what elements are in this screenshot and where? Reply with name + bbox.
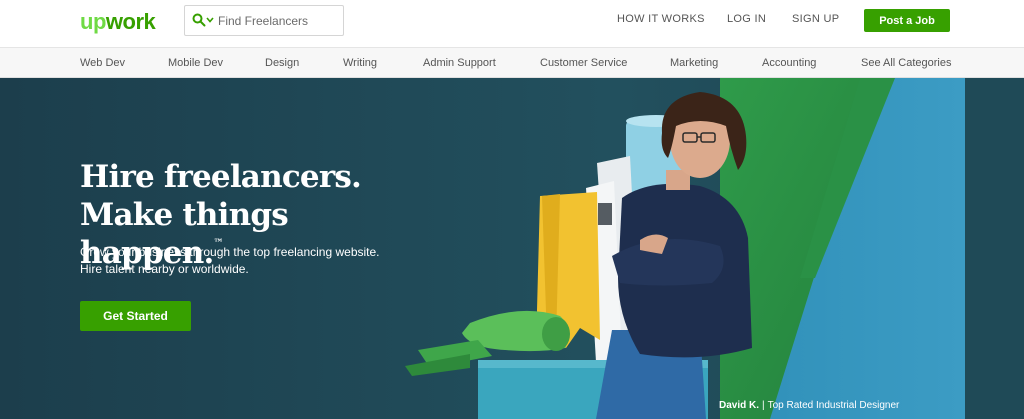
chevron-down-icon[interactable] bbox=[206, 17, 214, 23]
how-it-works-link[interactable]: HOW IT WORKS bbox=[617, 13, 705, 25]
category-web-dev[interactable]: Web Dev bbox=[80, 57, 125, 69]
hero-headline-line1: Hire freelancers. bbox=[80, 159, 362, 195]
search-icon[interactable] bbox=[192, 13, 206, 27]
category-accounting[interactable]: Accounting bbox=[762, 57, 816, 69]
category-design[interactable]: Design bbox=[265, 57, 299, 69]
category-see-all[interactable]: See All Categories bbox=[861, 57, 952, 69]
caption-separator: | bbox=[762, 400, 765, 411]
hero-banner: Hire freelancers. Make things happen.™ G… bbox=[0, 78, 1024, 419]
get-started-button[interactable]: Get Started bbox=[80, 301, 191, 331]
category-marketing[interactable]: Marketing bbox=[670, 57, 718, 69]
search-box[interactable] bbox=[184, 5, 344, 36]
logo-work-text: work bbox=[105, 9, 156, 34]
category-bar: Web Dev Mobile Dev Design Writing Admin … bbox=[0, 47, 1024, 78]
category-admin-support[interactable]: Admin Support bbox=[423, 57, 496, 69]
login-link[interactable]: LOG IN bbox=[727, 13, 766, 25]
upwork-logo[interactable]: upwork bbox=[80, 9, 156, 35]
caption-name: David K. bbox=[719, 400, 760, 411]
caption-title: Top Rated Industrial Designer bbox=[767, 400, 900, 411]
post-a-job-button[interactable]: Post a Job bbox=[864, 9, 950, 32]
signup-link[interactable]: SIGN UP bbox=[792, 13, 839, 25]
search-input[interactable] bbox=[218, 12, 338, 30]
category-mobile-dev[interactable]: Mobile Dev bbox=[168, 57, 223, 69]
top-navigation-bar: upwork HOW IT WORKS LOG IN SIGN UP Post … bbox=[0, 0, 1024, 47]
photo-caption: David K. | Top Rated Industrial Designer bbox=[719, 400, 899, 411]
category-writing[interactable]: Writing bbox=[343, 57, 377, 69]
category-customer-service[interactable]: Customer Service bbox=[540, 57, 627, 69]
logo-up-text: up bbox=[80, 9, 106, 34]
hero-subtext: Grow your business through the top freel… bbox=[80, 245, 380, 276]
